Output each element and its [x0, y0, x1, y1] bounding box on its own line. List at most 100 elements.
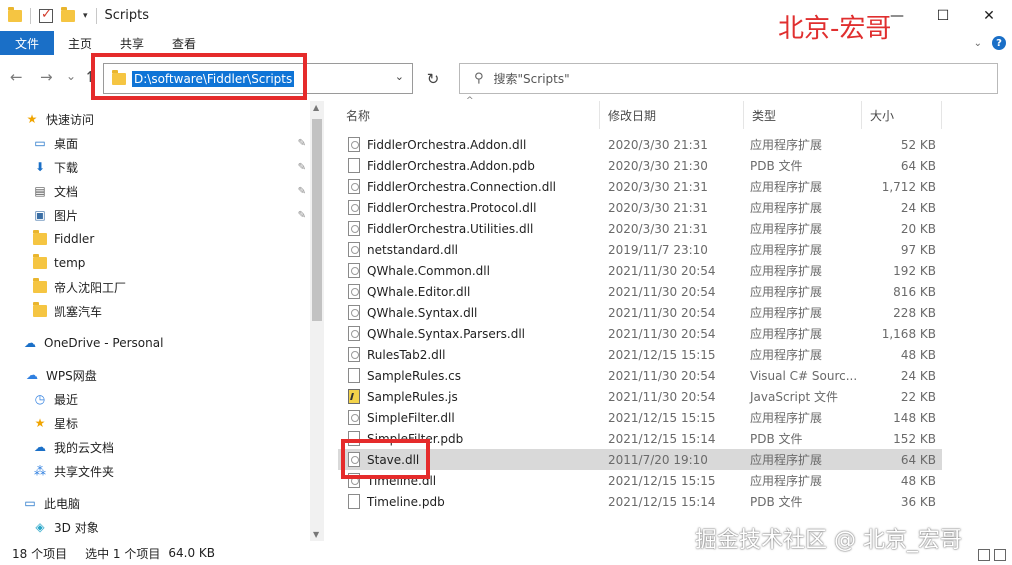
file-row[interactable]: FiddlerOrchestra.Addon.dll 2020/3/30 21:3…	[338, 134, 942, 155]
forward-button[interactable]: →	[40, 68, 53, 86]
sidebar-item[interactable]: ▭ 此电脑	[0, 491, 310, 515]
pin-icon[interactable]: ✎	[298, 138, 306, 149]
scroll-down-arrow-icon[interactable]: ▼	[313, 530, 319, 539]
sidebar-item-label: 文档	[54, 184, 79, 199]
view-toggle	[978, 549, 1006, 561]
tab-share[interactable]: 共享	[106, 31, 158, 55]
recent-locations-button[interactable]: ⌄	[66, 69, 76, 83]
file-row[interactable]: FiddlerOrchestra.Addon.pdb 2020/3/30 21:3…	[338, 155, 942, 176]
file-date: 2021/12/15 15:14	[608, 431, 716, 446]
file-type: 应用程序扩展	[750, 327, 823, 341]
sidebar-item-label: 共享文件夹	[54, 464, 115, 479]
address-text[interactable]: D:\software\Fiddler\Scripts	[132, 70, 295, 87]
refresh-button[interactable]: ↻	[420, 63, 446, 94]
file-date: 2020/3/30 21:30	[608, 158, 708, 173]
file-row[interactable]: FiddlerOrchestra.Utilities.dll 2020/3/30 …	[338, 218, 942, 239]
close-button[interactable]: ✕	[966, 0, 1012, 31]
file-type: JavaScript 文件	[750, 390, 838, 404]
file-size: 24 KB	[900, 200, 936, 215]
search-box[interactable]: ⚲	[459, 63, 998, 94]
file-row[interactable]: SampleRules.cs 2021/11/30 20:54 Visual C# …	[338, 365, 942, 386]
sidebar-item[interactable]: ⁂ 共享文件夹	[0, 459, 310, 483]
column-header-type[interactable]: 类型	[744, 101, 862, 129]
navigation-pane-scrollbar[interactable]: ▲ ▼	[310, 101, 324, 541]
sidebar-item[interactable]: ★ 星标	[0, 411, 310, 435]
sidebar-item[interactable]: ★ 快速访问	[0, 107, 310, 131]
search-input[interactable]	[493, 71, 894, 86]
address-bar[interactable]: D:\software\Fiddler\Scripts ⌄	[103, 63, 413, 94]
file-name-cell: Timeline.dll	[338, 473, 600, 488]
sidebar-item[interactable]: 帝人沈阳工厂	[0, 275, 310, 299]
expand-ribbon-chevron-icon[interactable]: ⌄	[974, 38, 982, 49]
sidebar-item[interactable]: ▭ 桌面 ✎	[0, 131, 310, 155]
file-row[interactable]: RulesTab2.dll 2021/12/15 15:15 应用程序扩展 48 KB	[338, 344, 942, 365]
file-icon	[348, 368, 360, 383]
file-date: 2020/3/30 21:31	[608, 221, 708, 236]
column-header-date[interactable]: 修改日期	[600, 101, 744, 129]
file-name-cell: SimpleFilter.dll	[338, 410, 600, 425]
pin-icon[interactable]: ✎	[298, 162, 306, 173]
details-view-icon[interactable]	[978, 549, 990, 561]
file-row[interactable]: Timeline.pdb 2021/12/15 15:14 PDB 文件 36 KB	[338, 491, 942, 512]
sidebar-item[interactable]: 凯塞汽车	[0, 299, 310, 323]
file-type: 应用程序扩展	[750, 201, 823, 215]
scroll-up-arrow-icon[interactable]: ▲	[313, 103, 319, 112]
tab-home[interactable]: 主页	[54, 31, 106, 55]
file-size: 52 KB	[900, 137, 936, 152]
file-row[interactable]: QWhale.Syntax.dll 2021/11/30 20:54 应用程序扩展 2…	[338, 302, 942, 323]
file-type: 应用程序扩展	[750, 285, 823, 299]
up-button[interactable]: ↑	[84, 68, 97, 86]
pin-icon[interactable]: ✎	[298, 210, 306, 221]
file-name: QWhale.Common.dll	[367, 263, 490, 278]
sidebar-item[interactable]: ◈ 3D 对象	[0, 515, 310, 539]
file-row[interactable]: QWhale.Common.dll 2021/11/30 20:54 应用程序扩展 1…	[338, 260, 942, 281]
large-icons-view-icon[interactable]	[994, 549, 1006, 561]
sidebar-item-label: 快速访问	[46, 112, 95, 127]
tab-file[interactable]: 文件	[0, 31, 54, 55]
new-folder-icon[interactable]	[61, 6, 75, 22]
file-name-cell: RulesTab2.dll	[338, 347, 600, 362]
sidebar-item[interactable]: temp	[0, 251, 310, 275]
file-size: 64 KB	[900, 452, 936, 467]
file-size: 1,712 KB	[881, 179, 936, 194]
sidebar-item-label: 桌面	[54, 136, 79, 151]
address-dropdown-chevron-icon[interactable]: ⌄	[395, 70, 404, 83]
column-header-size[interactable]: 大小	[862, 101, 942, 129]
help-icon[interactable]: ?	[992, 36, 1006, 50]
dll-file-icon	[348, 452, 360, 467]
file-row[interactable]: QWhale.Syntax.Parsers.dll 2021/11/30 20:5…	[338, 323, 942, 344]
sidebar-item-label: 图片	[54, 208, 79, 223]
sidebar-item[interactable]: ▤ 文档 ✎	[0, 179, 310, 203]
properties-icon[interactable]	[39, 7, 53, 23]
file-row[interactable]: Timeline.dll 2021/12/15 15:15 应用程序扩展 48 KB	[338, 470, 942, 491]
sidebar-item[interactable]: ◷ 最近	[0, 387, 310, 411]
pin-icon[interactable]: ✎	[298, 186, 306, 197]
scrollbar-thumb[interactable]	[312, 119, 322, 321]
sidebar-item[interactable]: ☁ WPS网盘	[0, 363, 310, 387]
file-name: RulesTab2.dll	[367, 347, 446, 362]
sidebar-item[interactable]: ▣ 图片 ✎	[0, 203, 310, 227]
sidebar-item[interactable]: ☁ 我的云文档	[0, 435, 310, 459]
customize-toolbar-chevron-icon[interactable]: ▾	[83, 11, 88, 21]
file-row[interactable]: FiddlerOrchestra.Protocol.dll 2020/3/30 2…	[338, 197, 942, 218]
file-row[interactable]: Stave.dll 2011/7/20 19:10 应用程序扩展 64 KB	[338, 449, 942, 470]
file-row[interactable]: FiddlerOrchestra.Connection.dll 2020/3/30…	[338, 176, 942, 197]
file-size: 20 KB	[900, 221, 936, 236]
sidebar-item[interactable]: ☁ OneDrive - Personal	[0, 331, 310, 355]
file-name-cell: SimpleFilter.pdb	[338, 431, 600, 446]
column-header-name[interactable]: 名称	[338, 101, 600, 129]
file-row[interactable]: netstandard.dll 2019/11/7 23:10 应用程序扩展 97 K…	[338, 239, 942, 260]
file-date: 2021/12/15 15:15	[608, 473, 716, 488]
file-row[interactable]: SimpleFilter.pdb 2021/12/15 15:14 PDB 文件 15…	[338, 428, 942, 449]
file-row[interactable]: QWhale.Editor.dll 2021/11/30 20:54 应用程序扩展 8…	[338, 281, 942, 302]
file-row[interactable]: SimpleFilter.dll 2021/12/15 15:15 应用程序扩展 14…	[338, 407, 942, 428]
file-row[interactable]: SampleRules.js 2021/11/30 20:54 JavaScript…	[338, 386, 942, 407]
toolbar-divider	[30, 7, 31, 24]
sidebar-item[interactable]: Fiddler	[0, 227, 310, 251]
sidebar-item[interactable]: ⬇ 下载 ✎	[0, 155, 310, 179]
dll-file-icon	[348, 284, 360, 299]
back-button[interactable]: ←	[10, 68, 23, 86]
tab-view[interactable]: 查看	[158, 31, 210, 55]
computer-icon: ▭	[24, 496, 36, 510]
maximize-button[interactable]: ☐	[920, 0, 966, 31]
